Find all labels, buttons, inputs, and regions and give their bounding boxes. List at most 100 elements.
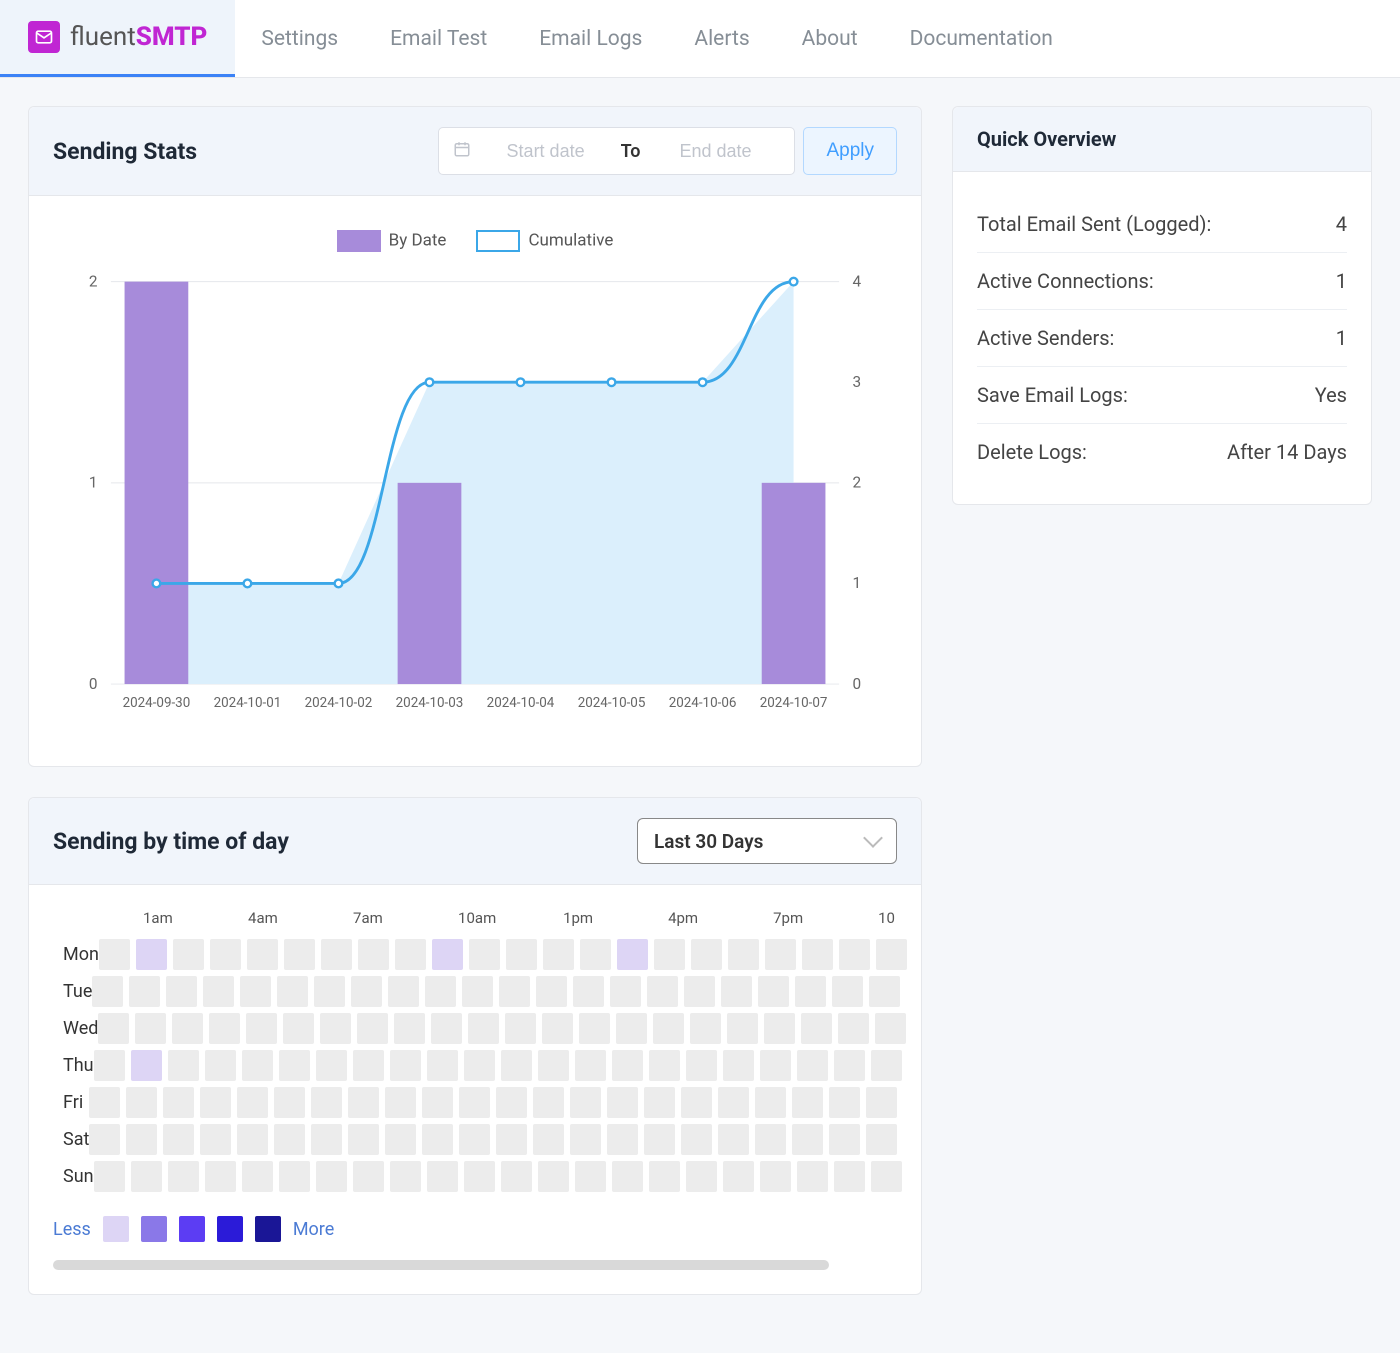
heatmap-cell[interactable] xyxy=(876,939,907,970)
heatmap-cell[interactable] xyxy=(136,939,167,970)
heatmap-cell[interactable] xyxy=(459,1124,490,1155)
heatmap-cell[interactable] xyxy=(353,1050,384,1081)
heatmap-cell[interactable] xyxy=(834,1161,865,1192)
heatmap-cell[interactable] xyxy=(462,976,493,1007)
heatmap-cell[interactable] xyxy=(728,939,759,970)
heatmap-cell[interactable] xyxy=(98,1013,129,1044)
heatmap-cell[interactable] xyxy=(200,1087,231,1118)
heatmap-cell[interactable] xyxy=(792,1124,823,1155)
heatmap-cell[interactable] xyxy=(99,939,130,970)
heatmap-cell[interactable] xyxy=(869,976,900,1007)
heatmap-cell[interactable] xyxy=(684,976,715,1007)
heatmap-cell[interactable] xyxy=(390,1050,421,1081)
heatmap-cell[interactable] xyxy=(758,976,789,1007)
heatmap-cell[interactable] xyxy=(573,976,604,1007)
heatmap-cell[interactable] xyxy=(395,939,426,970)
heatmap-cell[interactable] xyxy=(538,1050,569,1081)
legend-cumulative[interactable]: Cumulative xyxy=(476,230,613,252)
heatmap-cell[interactable] xyxy=(718,1087,749,1118)
heatmap-cell[interactable] xyxy=(422,1087,453,1118)
heatmap-cell[interactable] xyxy=(802,939,833,970)
nav-email-logs[interactable]: Email Logs xyxy=(513,0,668,77)
heatmap-cell[interactable] xyxy=(866,1124,897,1155)
heatmap-cell[interactable] xyxy=(388,976,419,1007)
end-date-input[interactable] xyxy=(650,141,780,162)
heatmap-cell[interactable] xyxy=(431,1013,462,1044)
heatmap-cell[interactable] xyxy=(274,1087,305,1118)
heatmap-cell[interactable] xyxy=(210,939,241,970)
apply-button[interactable]: Apply xyxy=(803,127,897,175)
heatmap-cell[interactable] xyxy=(168,1161,199,1192)
nav-about[interactable]: About xyxy=(776,0,884,77)
nav-settings[interactable]: Settings xyxy=(235,0,364,77)
heatmap-cell[interactable] xyxy=(501,1050,532,1081)
heatmap-cell[interactable] xyxy=(464,1161,495,1192)
heatmap-cell[interactable] xyxy=(647,976,678,1007)
heatmap-cell[interactable] xyxy=(316,1161,347,1192)
heatmap-cell[interactable] xyxy=(468,1013,499,1044)
heatmap-cell[interactable] xyxy=(135,1013,166,1044)
heatmap-cell[interactable] xyxy=(795,976,826,1007)
heatmap-cell[interactable] xyxy=(240,976,271,1007)
heatmap-cell[interactable] xyxy=(690,1013,721,1044)
heatmap-cell[interactable] xyxy=(723,1161,754,1192)
heatmap-cell[interactable] xyxy=(542,1013,573,1044)
heatmap-cell[interactable] xyxy=(358,939,389,970)
heatmap-cell[interactable] xyxy=(617,939,648,970)
heatmap-cell[interactable] xyxy=(829,1124,860,1155)
heatmap-cell[interactable] xyxy=(205,1161,236,1192)
heatmap-cell[interactable] xyxy=(469,939,500,970)
heatmap-cell[interactable] xyxy=(242,1050,273,1081)
heatmap-cell[interactable] xyxy=(283,1013,314,1044)
heatmap-cell[interactable] xyxy=(501,1161,532,1192)
heatmap-cell[interactable] xyxy=(543,939,574,970)
heatmap-cell[interactable] xyxy=(320,1013,351,1044)
heatmap-cell[interactable] xyxy=(505,1013,536,1044)
heatmap-cell[interactable] xyxy=(390,1161,421,1192)
heatmap-cell[interactable] xyxy=(579,1013,610,1044)
heatmap-cell[interactable] xyxy=(727,1013,758,1044)
heatmap-cell[interactable] xyxy=(832,976,863,1007)
start-date-input[interactable] xyxy=(481,141,611,162)
heatmap-cell[interactable] xyxy=(612,1161,643,1192)
heatmap-cell[interactable] xyxy=(839,939,870,970)
heatmap-cell[interactable] xyxy=(163,1087,194,1118)
heatmap-cell[interactable] xyxy=(681,1124,712,1155)
heatmap-cell[interactable] xyxy=(686,1050,717,1081)
heatmap-cell[interactable] xyxy=(723,1050,754,1081)
heatmap-cell[interactable] xyxy=(126,1087,157,1118)
heatmap-cell[interactable] xyxy=(871,1050,902,1081)
heatmap-cell[interactable] xyxy=(385,1124,416,1155)
heatmap-cell[interactable] xyxy=(607,1124,638,1155)
heatmap-cell[interactable] xyxy=(311,1124,342,1155)
heatmap-cell[interactable] xyxy=(764,1013,795,1044)
heatmap-cell[interactable] xyxy=(760,1161,791,1192)
heatmap-cell[interactable] xyxy=(311,1087,342,1118)
heatmap-cell[interactable] xyxy=(533,1087,564,1118)
heatmap-cell[interactable] xyxy=(612,1050,643,1081)
heatmap-cell[interactable] xyxy=(616,1013,647,1044)
heatmap-cell[interactable] xyxy=(173,939,204,970)
heatmap-cell[interactable] xyxy=(801,1013,832,1044)
heatmap-cell[interactable] xyxy=(432,939,463,970)
heatmap-cell[interactable] xyxy=(797,1050,828,1081)
heatmap-cell[interactable] xyxy=(385,1087,416,1118)
heatmap-cell[interactable] xyxy=(131,1050,162,1081)
heatmap-cell[interactable] xyxy=(506,939,537,970)
nav-documentation[interactable]: Documentation xyxy=(884,0,1079,77)
heatmap-cell[interactable] xyxy=(718,1124,749,1155)
heatmap-cell[interactable] xyxy=(871,1161,902,1192)
heatmap-cell[interactable] xyxy=(425,976,456,1007)
legend-by-date[interactable]: By Date xyxy=(337,230,447,252)
heatmap-cell[interactable] xyxy=(94,1050,125,1081)
heatmap-cell[interactable] xyxy=(834,1050,865,1081)
heatmap-cell[interactable] xyxy=(422,1124,453,1155)
period-select[interactable]: Last 30 Days xyxy=(637,818,897,864)
heatmap-cell[interactable] xyxy=(797,1161,828,1192)
nav-alerts[interactable]: Alerts xyxy=(668,0,775,77)
heatmap-cell[interactable] xyxy=(570,1087,601,1118)
heatmap-cell[interactable] xyxy=(92,976,123,1007)
heatmap-cell[interactable] xyxy=(348,1087,379,1118)
heatmap-cell[interactable] xyxy=(89,1087,120,1118)
heatmap-cell[interactable] xyxy=(653,1013,684,1044)
